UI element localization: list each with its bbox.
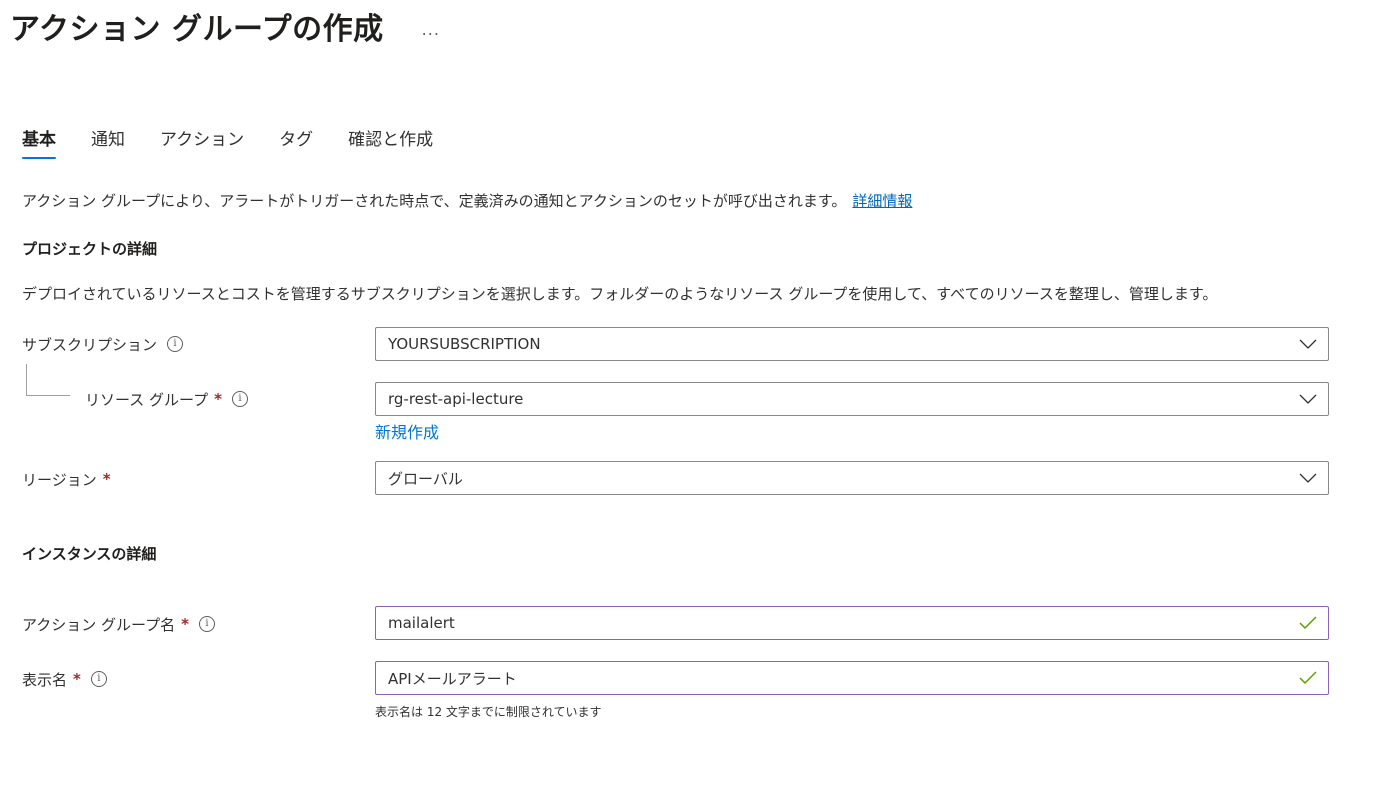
region-label-text: リージョン bbox=[22, 470, 97, 489]
page-title: アクション グループの作成 bbox=[10, 12, 384, 47]
tab-bar: 基本 通知 アクション タグ 確認と作成 bbox=[22, 127, 468, 167]
create-new-link[interactable]: 新規作成 bbox=[375, 419, 439, 443]
display-name-value: APIメールアラート bbox=[388, 669, 517, 688]
tree-connector-line bbox=[26, 364, 70, 396]
intro-text: アクション グループにより、アラートがトリガーされた時点で、定義済みの通知とアク… bbox=[22, 192, 847, 210]
chevron-down-icon bbox=[1288, 339, 1328, 349]
region-value: グローバル bbox=[388, 469, 463, 488]
chevron-down-icon bbox=[1288, 394, 1328, 404]
required-mark: * bbox=[102, 470, 111, 488]
project-details-heading: プロジェクトの詳細 bbox=[22, 240, 158, 258]
tab-tags[interactable]: タグ bbox=[279, 127, 313, 159]
more-options-button[interactable]: ... bbox=[422, 14, 440, 39]
checkmark-icon bbox=[1288, 671, 1328, 685]
action-group-name-label-text: アクション グループ名 bbox=[22, 615, 176, 634]
resource-group-label: リソース グループ * i bbox=[85, 387, 248, 411]
action-group-name-value: mailalert bbox=[388, 614, 455, 632]
region-dropdown[interactable]: グローバル bbox=[375, 461, 1329, 495]
subscription-label: サブスクリプション i bbox=[22, 332, 184, 356]
info-icon[interactable]: i bbox=[167, 336, 184, 352]
tab-notifications[interactable]: 通知 bbox=[91, 127, 125, 159]
tab-review-create[interactable]: 確認と作成 bbox=[348, 127, 433, 159]
info-icon[interactable]: i bbox=[198, 616, 215, 632]
subscription-dropdown[interactable]: YOURSUBSCRIPTION bbox=[375, 327, 1329, 361]
display-name-input[interactable]: APIメールアラート bbox=[375, 661, 1329, 695]
required-mark: * bbox=[181, 615, 189, 633]
action-group-name-label: アクション グループ名 * i bbox=[22, 612, 215, 636]
intro-description: アクション グループにより、アラートがトリガーされた時点で、定義済みの通知とアク… bbox=[22, 190, 912, 212]
resource-group-label-text: リソース グループ bbox=[85, 390, 209, 409]
project-description: デプロイされているリソースとコストを管理するサブスクリプションを選択します。フォ… bbox=[22, 285, 1218, 303]
required-mark: * bbox=[73, 670, 81, 688]
info-icon[interactable]: i bbox=[90, 671, 107, 687]
display-name-label-text: 表示名 bbox=[22, 670, 68, 689]
region-label: リージョン * bbox=[22, 467, 111, 491]
required-mark: * bbox=[214, 390, 222, 408]
resource-group-dropdown[interactable]: rg-rest-api-lecture bbox=[375, 382, 1329, 416]
subscription-label-text: サブスクリプション bbox=[22, 335, 158, 354]
info-icon[interactable]: i bbox=[231, 391, 248, 407]
resource-group-value: rg-rest-api-lecture bbox=[388, 390, 524, 408]
tab-actions[interactable]: アクション bbox=[160, 127, 244, 159]
display-name-hint: 表示名は 12 文字までに制限されています bbox=[375, 705, 602, 719]
checkmark-icon bbox=[1288, 616, 1328, 630]
instance-details-heading: インスタンスの詳細 bbox=[22, 545, 157, 563]
display-name-label: 表示名 * i bbox=[22, 667, 107, 691]
title-row: アクション グループの作成 ... bbox=[10, 4, 440, 48]
tab-basics[interactable]: 基本 bbox=[22, 127, 56, 159]
action-group-name-input[interactable]: mailalert bbox=[375, 606, 1329, 640]
subscription-value: YOURSUBSCRIPTION bbox=[388, 335, 541, 353]
chevron-down-icon bbox=[1288, 473, 1328, 483]
learn-more-link[interactable]: 詳細情報 bbox=[852, 192, 912, 210]
